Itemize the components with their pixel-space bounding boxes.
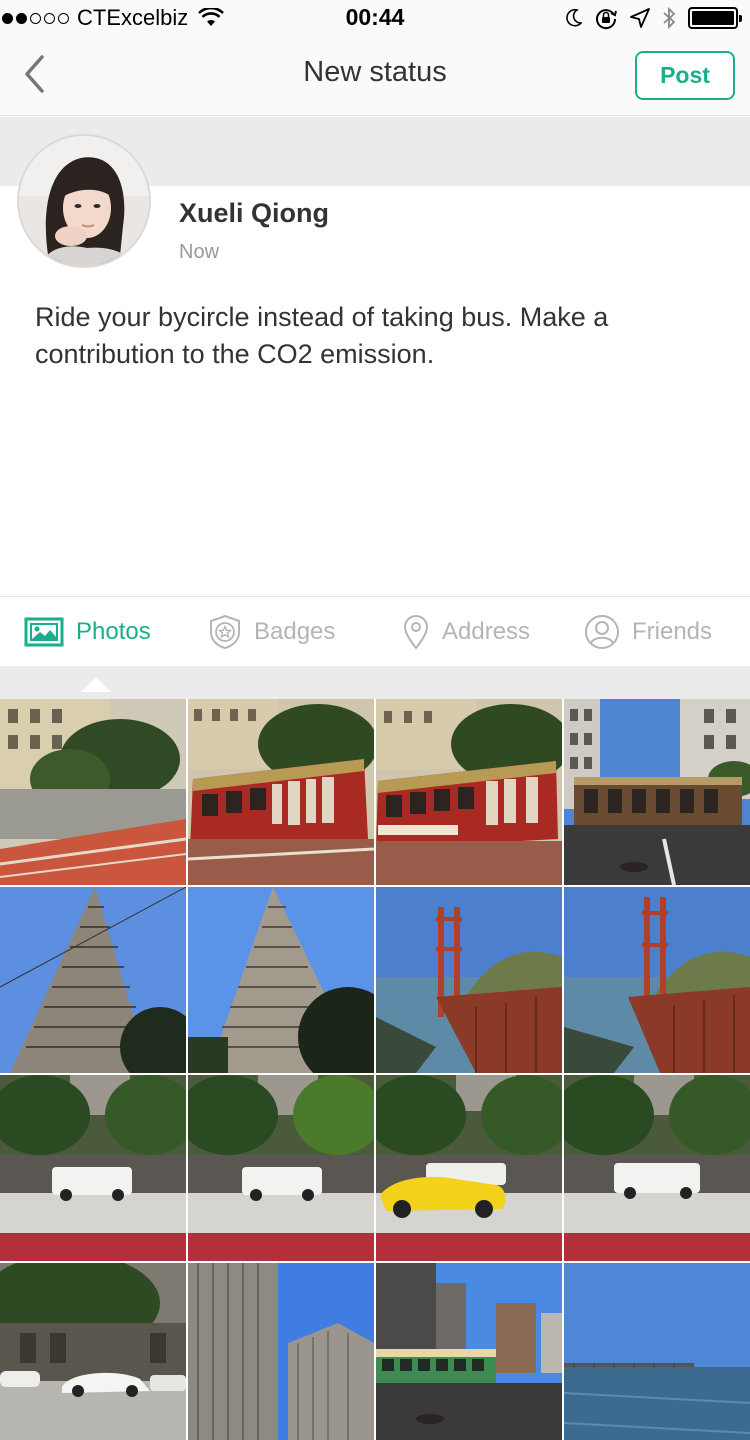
post-timestamp: Now	[179, 241, 220, 263]
tab-address[interactable]: Address	[402, 597, 530, 667]
tab-friends[interactable]: Friends	[584, 597, 712, 667]
tab-photos[interactable]: Photos	[24, 597, 151, 667]
photo-cable-car-street	[564, 699, 750, 885]
photo-thumbnail[interactable]	[0, 1075, 186, 1261]
photo-thumbnail[interactable]	[564, 699, 750, 885]
photo-cable-car	[188, 699, 374, 885]
tab-friends-label: Friends	[632, 618, 713, 645]
active-tab-indicator	[81, 677, 111, 692]
photo-bridge	[564, 887, 750, 1073]
photo-street	[0, 699, 186, 885]
photo-thumbnail[interactable]	[188, 887, 374, 1073]
status-text-input[interactable]: Ride your bycircle instead of taking bus…	[35, 299, 715, 373]
photos-icon	[24, 617, 64, 647]
battery-icon	[688, 7, 742, 29]
status-right	[566, 5, 742, 31]
person-icon	[585, 615, 619, 649]
photo-thumbnail[interactable]	[188, 699, 374, 885]
post-button[interactable]: Post	[635, 51, 735, 100]
tab-badges[interactable]: Badges	[208, 597, 335, 667]
photo-thumbnail[interactable]	[0, 887, 186, 1073]
photo-van	[0, 1075, 186, 1261]
attachment-tabs: Photos Badges Address Friends	[0, 596, 750, 666]
tab-separator	[0, 666, 750, 699]
photo-thumbnail[interactable]	[0, 699, 186, 885]
location-pin-icon	[403, 615, 429, 650]
photo-thumbnail[interactable]	[376, 699, 562, 885]
photo-cable-car	[376, 699, 562, 885]
photo-thumbnail[interactable]	[376, 887, 562, 1073]
photo-bay	[564, 1263, 750, 1440]
photo-van	[564, 1075, 750, 1261]
badge-icon	[210, 614, 240, 650]
user-name: Xueli Qiong	[179, 198, 330, 228]
moon-icon	[566, 9, 582, 27]
photo-thumbnail[interactable]	[188, 1263, 374, 1440]
photo-grid	[0, 699, 750, 1440]
post-composer: Xueli Qiong Now Ride your bycircle inste…	[0, 134, 750, 596]
photo-tower	[0, 887, 186, 1073]
photo-thumbnail[interactable]	[564, 1263, 750, 1440]
photo-streetcar-city	[376, 1263, 562, 1440]
avatar-photo	[19, 136, 149, 266]
tab-photos-label: Photos	[76, 618, 151, 645]
bluetooth-icon	[663, 6, 676, 30]
photo-thumbnail[interactable]	[188, 1075, 374, 1261]
photo-thumbnail[interactable]	[376, 1263, 562, 1440]
tab-address-label: Address	[442, 618, 531, 645]
photo-thumbnail[interactable]	[564, 887, 750, 1073]
rotation-lock-icon	[596, 9, 617, 30]
status-bar: CTExcelbiz 00:44	[0, 0, 750, 36]
photo-yellow-car	[376, 1075, 562, 1261]
photo-thumbnail[interactable]	[0, 1263, 186, 1440]
nav-bar: New status Post	[0, 36, 750, 116]
photo-thumbnail[interactable]	[564, 1075, 750, 1261]
photo-thumbnail[interactable]	[376, 1075, 562, 1261]
photo-bridge	[376, 887, 562, 1073]
photo-street-cars	[0, 1263, 186, 1440]
photo-van	[188, 1075, 374, 1261]
tab-badges-label: Badges	[254, 618, 336, 645]
photo-tower	[188, 887, 374, 1073]
avatar[interactable]	[17, 134, 151, 268]
location-arrow-icon	[630, 8, 650, 28]
photo-skyscrapers	[188, 1263, 374, 1440]
